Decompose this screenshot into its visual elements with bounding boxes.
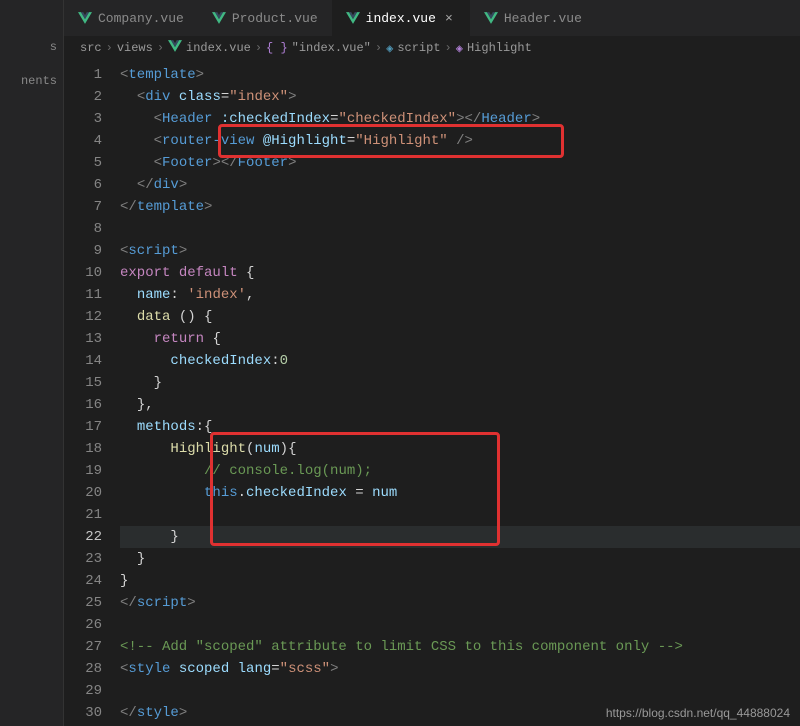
code-line[interactable]: <router-view @Highlight="Highlight" /> [120,130,800,152]
line-number: 1 [64,64,120,86]
line-number: 10 [64,262,120,284]
code-area[interactable]: <template> <div class="index"> <Header :… [120,60,800,726]
watermark-text: https://blog.csdn.net/qq_44888024 [606,706,790,720]
chevron-right-icon: › [375,41,382,55]
code-line[interactable] [120,614,800,636]
code-line[interactable] [120,504,800,526]
code-line[interactable]: </template> [120,196,800,218]
chevron-right-icon: › [157,41,164,55]
code-line[interactable]: Highlight(num){ [120,438,800,460]
tab-label: index.vue [366,11,436,26]
line-number: 5 [64,152,120,174]
line-number: 28 [64,658,120,680]
code-line[interactable]: <template> [120,64,800,86]
line-number: 8 [64,218,120,240]
breadcrumb-segment[interactable]: src [80,41,102,55]
line-number: 30 [64,702,120,724]
code-line[interactable]: <Footer></Footer> [120,152,800,174]
code-line[interactable]: </script> [120,592,800,614]
tab-index-vue[interactable]: index.vue × [332,0,470,36]
vue-file-icon [168,40,182,52]
code-line[interactable]: } [120,570,800,592]
line-number: 25 [64,592,120,614]
tab-label: Product.vue [232,11,318,26]
breadcrumb-segment[interactable]: Highlight [467,41,532,55]
chevron-right-icon: › [106,41,113,55]
code-line[interactable]: name: 'index', [120,284,800,306]
line-number: 21 [64,504,120,526]
line-number: 6 [64,174,120,196]
breadcrumb: src › views › index.vue › { } "index.vue" › ◈ scri… [64,36,800,60]
line-number-gutter: 1234567891011121314151617181920212223242… [64,60,120,726]
close-icon[interactable]: × [442,11,456,25]
code-editor[interactable]: 1234567891011121314151617181920212223242… [64,60,800,726]
cube-icon: ◈ [456,41,463,56]
line-number: 29 [64,680,120,702]
code-line[interactable]: } [120,526,800,548]
tab-label: Header.vue [504,11,582,26]
line-number: 20 [64,482,120,504]
code-line[interactable]: checkedIndex:0 [120,350,800,372]
line-number: 9 [64,240,120,262]
code-line[interactable] [120,218,800,240]
code-line[interactable]: methods:{ [120,416,800,438]
code-line[interactable]: data () { [120,306,800,328]
line-number: 12 [64,306,120,328]
vue-file-icon [346,12,360,24]
sidebar-item[interactable]: s [0,30,63,64]
line-number: 22 [64,526,120,548]
code-line[interactable]: return { [120,328,800,350]
code-line[interactable] [120,680,800,702]
breadcrumb-segment[interactable]: "index.vue" [292,41,371,55]
chevron-right-icon: › [255,41,262,55]
line-number: 15 [64,372,120,394]
tab-Company-vue[interactable]: Company.vue [64,0,198,36]
code-line[interactable]: <!-- Add "scoped" attribute to limit CSS… [120,636,800,658]
tab-Product-vue[interactable]: Product.vue [198,0,332,36]
code-line[interactable]: this.checkedIndex = num [120,482,800,504]
code-line[interactable]: } [120,548,800,570]
sidebar: s nents [0,0,64,726]
line-number: 16 [64,394,120,416]
tab-label: Company.vue [98,11,184,26]
tab-Header-vue[interactable]: Header.vue [470,0,596,36]
code-line[interactable]: // console.log(num); [120,460,800,482]
line-number: 11 [64,284,120,306]
code-line[interactable]: }, [120,394,800,416]
main: Company.vue Product.vue index.vue × Header.v… [64,0,800,726]
code-line[interactable]: <script> [120,240,800,262]
line-number: 19 [64,460,120,482]
line-number: 7 [64,196,120,218]
line-number: 26 [64,614,120,636]
code-line[interactable]: </div> [120,174,800,196]
code-line[interactable]: <Header :checkedIndex="checkedIndex"></H… [120,108,800,130]
line-number: 13 [64,328,120,350]
cube-icon: ◈ [386,41,393,56]
breadcrumb-segment[interactable]: index.vue [186,41,251,55]
code-line[interactable]: } [120,372,800,394]
code-line[interactable]: <div class="index"> [120,86,800,108]
braces-icon: { } [266,41,288,55]
tab-bar: Company.vue Product.vue index.vue × Header.v… [64,0,800,36]
breadcrumb-segment[interactable]: script [397,41,440,55]
code-line[interactable]: export default { [120,262,800,284]
line-number: 14 [64,350,120,372]
line-number: 3 [64,108,120,130]
line-number: 2 [64,86,120,108]
line-number: 4 [64,130,120,152]
line-number: 18 [64,438,120,460]
sidebar-item[interactable]: nents [0,64,63,98]
breadcrumb-segment[interactable]: views [117,41,153,55]
vue-file-icon [78,12,92,24]
chevron-right-icon: › [445,41,452,55]
line-number: 27 [64,636,120,658]
line-number: 23 [64,548,120,570]
line-number: 24 [64,570,120,592]
vue-file-icon [212,12,226,24]
code-line[interactable]: <style scoped lang="scss"> [120,658,800,680]
line-number: 17 [64,416,120,438]
vue-file-icon [484,12,498,24]
